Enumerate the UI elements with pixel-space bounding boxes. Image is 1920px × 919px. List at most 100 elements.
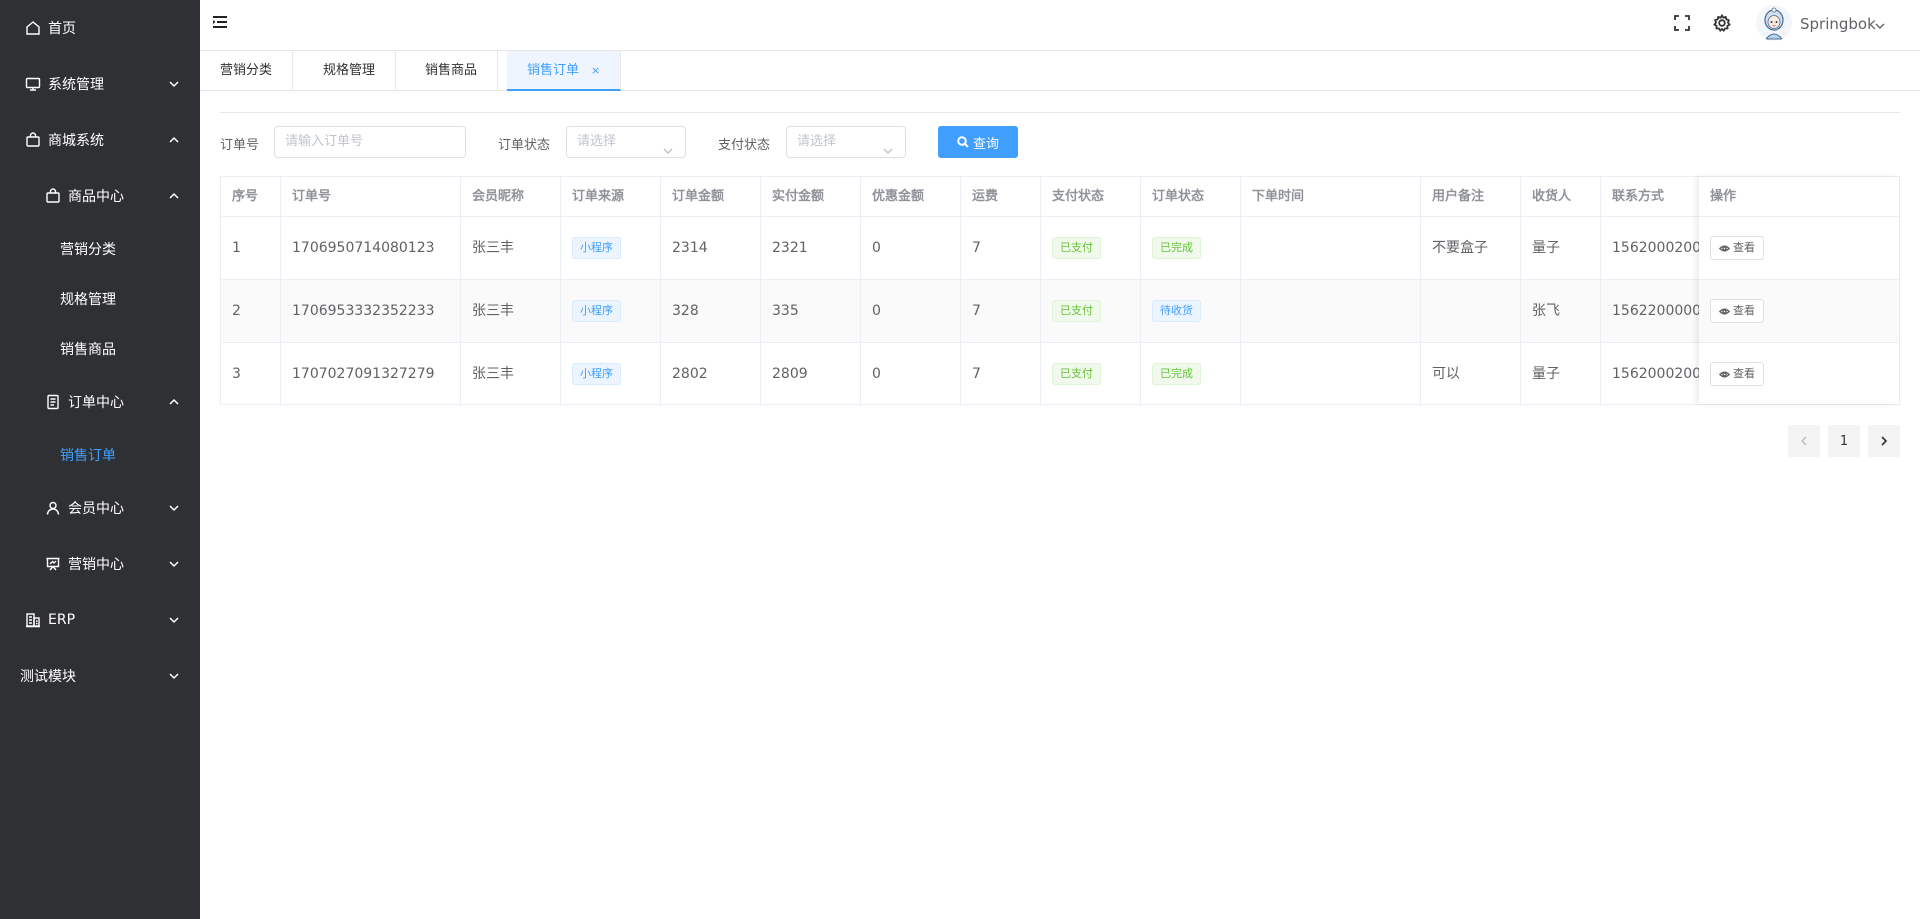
column-header: 支付状态 (1041, 177, 1141, 217)
cell-action: 查看 (1699, 217, 1899, 280)
shopping-bag-icon (44, 187, 62, 205)
column-header: 订单金额 (661, 177, 761, 217)
cell-receiver: 量子 (1521, 217, 1601, 279)
tab-marketing-category[interactable]: 营销分类 (200, 51, 294, 91)
table-row: 3 1707027091327279 张三丰 小程序 2802 2809 0 7… (221, 343, 1899, 406)
view-button[interactable]: 查看 (1710, 236, 1764, 260)
search-icon (957, 136, 969, 148)
fullscreen-icon[interactable] (1672, 13, 1692, 33)
cell-remark: 可以 (1421, 343, 1521, 405)
cell-source: 小程序 (561, 343, 661, 405)
username[interactable]: Springbok (1800, 15, 1876, 33)
cell-source: 小程序 (561, 280, 661, 342)
search-button[interactable]: 查询 (938, 126, 1018, 158)
order-status-select[interactable]: 请选择 (566, 126, 686, 158)
chevron-down-icon (168, 502, 180, 514)
sidebar-item-sales-order[interactable]: 销售订单 (0, 430, 200, 480)
chevron-down-icon[interactable] (1875, 19, 1885, 29)
page-number[interactable]: 1 (1828, 425, 1860, 457)
source-tag: 小程序 (572, 363, 621, 385)
chevron-down-icon (168, 614, 180, 626)
cell-time (1241, 343, 1421, 405)
close-icon[interactable]: × (591, 64, 600, 77)
tab-label: 销售订单 (527, 63, 580, 78)
tab-spec-management[interactable]: 规格管理 (303, 51, 397, 91)
cell-amount: 2802 (661, 343, 761, 405)
status-badge: 已支付 (1052, 300, 1101, 322)
column-header: 用户备注 (1421, 177, 1521, 217)
chevron-up-icon (168, 396, 180, 408)
cell-time (1241, 217, 1421, 279)
sidebar-item-member-center[interactable]: 会员中心 (0, 480, 200, 536)
user-icon (44, 499, 62, 517)
column-header: 序号 (221, 177, 281, 217)
source-tag: 小程序 (572, 300, 621, 322)
sidebar-item-home[interactable]: 首页 (0, 0, 200, 56)
sidebar-item-label: 销售订单 (60, 448, 116, 464)
cell-remark (1421, 280, 1521, 342)
chevron-down-icon (883, 138, 893, 155)
view-button-label: 查看 (1733, 304, 1755, 317)
chevron-up-icon (168, 190, 180, 202)
cell-order-status: 已完成 (1141, 343, 1241, 405)
sidebar-item-sales-product[interactable]: 销售商品 (0, 324, 200, 374)
sidebar-item-system[interactable]: 系统管理 (0, 56, 200, 112)
cell-order-no: 1707027091327279 (281, 343, 461, 405)
tab-sales-order[interactable]: 销售订单 × (507, 51, 622, 91)
pay-status-label: 支付状态 (718, 138, 771, 153)
view-button[interactable]: 查看 (1710, 299, 1764, 323)
status-badge: 已完成 (1152, 237, 1201, 259)
status-badge: 已支付 (1052, 237, 1101, 259)
cell-order-status: 已完成 (1141, 217, 1241, 279)
cell-discount: 0 (861, 217, 961, 279)
sidebar-item-marketing-category[interactable]: 营销分类 (0, 224, 200, 274)
eye-icon (1719, 370, 1730, 378)
tab-sales-product[interactable]: 销售商品 (405, 51, 499, 91)
cell-amount: 2314 (661, 217, 761, 279)
search-button-label: 查询 (972, 136, 999, 152)
chevron-right-icon (1881, 436, 1888, 446)
sidebar-item-label: 会员中心 (68, 501, 124, 517)
sidebar-item-label: 系统管理 (48, 77, 104, 93)
avatar[interactable] (1756, 5, 1792, 41)
sidebar-item-label: 订单中心 (68, 395, 124, 411)
cell-action: 查看 (1699, 280, 1899, 343)
sidebar-item-product-center[interactable]: 商品中心 (0, 168, 200, 224)
cell-phone: 15620002001 (1601, 343, 1701, 405)
tab-label: 营销分类 (220, 63, 273, 78)
gear-icon[interactable] (1712, 13, 1732, 33)
chevron-down-icon (663, 138, 673, 155)
cell-receiver: 量子 (1521, 343, 1601, 405)
cell-time (1241, 280, 1421, 342)
tab-label: 销售商品 (425, 63, 478, 78)
cell-paid: 2809 (761, 343, 861, 405)
sidebar-item-test-module[interactable]: 测试模块 (0, 648, 200, 704)
sidebar-item-order-center[interactable]: 订单中心 (0, 374, 200, 430)
sidebar-item-mall[interactable]: 商城系统 (0, 112, 200, 168)
sidebar-item-erp[interactable]: ERP (0, 592, 200, 648)
order-no-input[interactable]: 请输入订单号 (274, 126, 466, 158)
cell-discount: 0 (861, 280, 961, 342)
sidebar-item-spec-management[interactable]: 规格管理 (0, 274, 200, 324)
order-no-label: 订单号 (220, 138, 260, 153)
menu-toggle-icon[interactable] (212, 14, 228, 30)
column-header: 下单时间 (1241, 177, 1421, 217)
table-row: 2 1706953332352233 张三丰 小程序 328 335 0 7 已… (221, 280, 1899, 343)
cell-nickname: 张三丰 (461, 217, 561, 279)
divider (220, 112, 1900, 113)
view-button[interactable]: 查看 (1710, 362, 1764, 386)
source-tag: 小程序 (572, 237, 621, 259)
chevron-down-icon (168, 670, 180, 682)
pay-status-select[interactable]: 请选择 (786, 126, 906, 158)
pay-status-placeholder: 请选择 (797, 134, 837, 149)
cell-nickname: 张三丰 (461, 343, 561, 405)
cell-nickname: 张三丰 (461, 280, 561, 342)
view-button-label: 查看 (1733, 367, 1755, 380)
sidebar-item-label: 测试模块 (20, 669, 76, 685)
next-page-button[interactable] (1868, 425, 1900, 457)
sidebar-item-label: 商城系统 (48, 133, 104, 149)
prev-page-button[interactable] (1788, 425, 1820, 457)
sidebar-item-marketing-center[interactable]: 营销中心 (0, 536, 200, 592)
chevron-up-icon (168, 134, 180, 146)
cell-order-status: 待收货 (1141, 280, 1241, 342)
